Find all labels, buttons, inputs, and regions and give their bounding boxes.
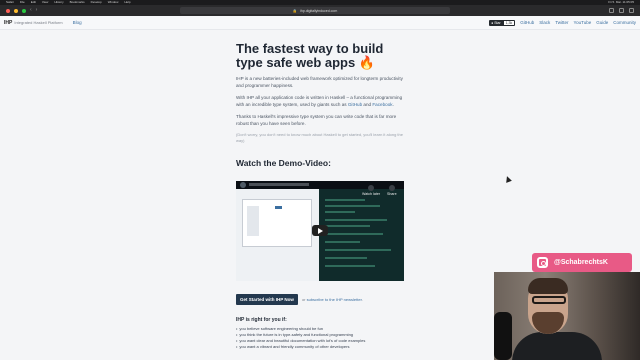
instagram-icon (537, 257, 548, 268)
demo-video-player[interactable]: Watch later Share (236, 181, 404, 281)
github-icon: ● (491, 20, 494, 25)
facebook-link[interactable]: Facebook (372, 102, 392, 107)
intro-paragraph: IHP is a new batteries-included web fram… (236, 76, 403, 88)
zoom-window-button[interactable] (22, 8, 26, 13)
haskell-note: (Don't worry, you don't need to know muc… (236, 132, 403, 143)
list-item: you want a vibrant and friendly communit… (236, 344, 436, 350)
minimize-window-button[interactable] (14, 8, 18, 13)
type-system-paragraph: Thanks to Haskell's impressive type syst… (236, 114, 397, 126)
site-logo[interactable]: IHP Integrated Haskell Platform (4, 20, 63, 26)
get-started-button[interactable]: Get Started with IHP Now (236, 294, 298, 305)
tabs-overview-icon[interactable] (629, 8, 634, 13)
blog-link[interactable]: Blog (73, 20, 82, 25)
fit-list: you believe software engineering should … (236, 326, 436, 350)
nav-youtube[interactable]: YouTube (574, 20, 592, 25)
address-bar-url: ihp.digitallyinduced.com (300, 8, 338, 13)
browser-tools (609, 8, 634, 13)
channel-avatar[interactable] (240, 182, 246, 188)
haskell-paragraph: With IHP all your application code is wr… (236, 95, 403, 107)
cta-row: Get Started with IHP Now or subscribe to… (236, 294, 363, 305)
close-window-button[interactable] (6, 8, 10, 13)
nav-guide[interactable]: Guide (596, 20, 608, 25)
demo-video-heading: Watch the Demo-Video: (236, 158, 331, 168)
new-tab-icon[interactable] (619, 8, 624, 13)
brand-mark: IHP (4, 19, 13, 26)
video-title[interactable] (249, 183, 309, 186)
newsletter-link[interactable]: subscribe to the IHP newsletter (307, 297, 362, 302)
fire-icon: 🔥 (358, 55, 376, 70)
site-header: IHP Integrated Haskell Platform Blog ● St… (0, 16, 640, 30)
browser-toolbar: ‹ › 🔒 ihp.digitallyinduced.com (0, 5, 640, 16)
microphone (494, 312, 512, 360)
mouse-cursor-icon (504, 175, 512, 183)
play-icon[interactable] (312, 225, 328, 236)
nav-slack[interactable]: Slack (539, 20, 550, 25)
fit-heading: IHP is right for you if: (236, 317, 287, 323)
back-icon[interactable]: ‹ (30, 8, 32, 13)
watch-later-button[interactable]: Watch later (362, 185, 380, 196)
github-link[interactable]: GitHub (348, 102, 362, 107)
clock-icon (368, 185, 375, 191)
github-star-button[interactable]: ● Star 1,3k (489, 19, 516, 26)
nav-github[interactable]: GitHub (520, 20, 534, 25)
header-nav: ● Star 1,3k GitHub Slack Twitter YouTube … (489, 19, 636, 26)
share-arrow-icon (388, 185, 395, 191)
main-content: The fastest way to build type safe web a… (236, 41, 408, 169)
video-thumbnail-screen (236, 189, 319, 281)
fit-section: IHP is right for you if: you believe sof… (236, 317, 436, 350)
nav-twitter[interactable]: Twitter (555, 20, 568, 25)
nav-community[interactable]: Community (613, 20, 636, 25)
address-bar[interactable]: 🔒 ihp.digitallyinduced.com (180, 7, 450, 14)
webcam-overlay (494, 272, 640, 360)
star-count: 1,3k (502, 19, 516, 26)
lock-icon: 🔒 (292, 8, 298, 13)
instagram-handle-badge: @SchabrechtsK (532, 253, 632, 272)
forward-icon[interactable]: › (36, 8, 38, 13)
star-label: Star (494, 20, 501, 25)
share-button[interactable]: Share (387, 185, 397, 196)
video-thumbnail-code (319, 189, 404, 281)
page-title: The fastest way to build type safe web a… (236, 41, 384, 70)
share-icon[interactable] (609, 8, 614, 13)
instagram-handle: @SchabrechtsK (554, 259, 608, 266)
brand-tagline: Integrated Haskell Platform (14, 20, 63, 25)
